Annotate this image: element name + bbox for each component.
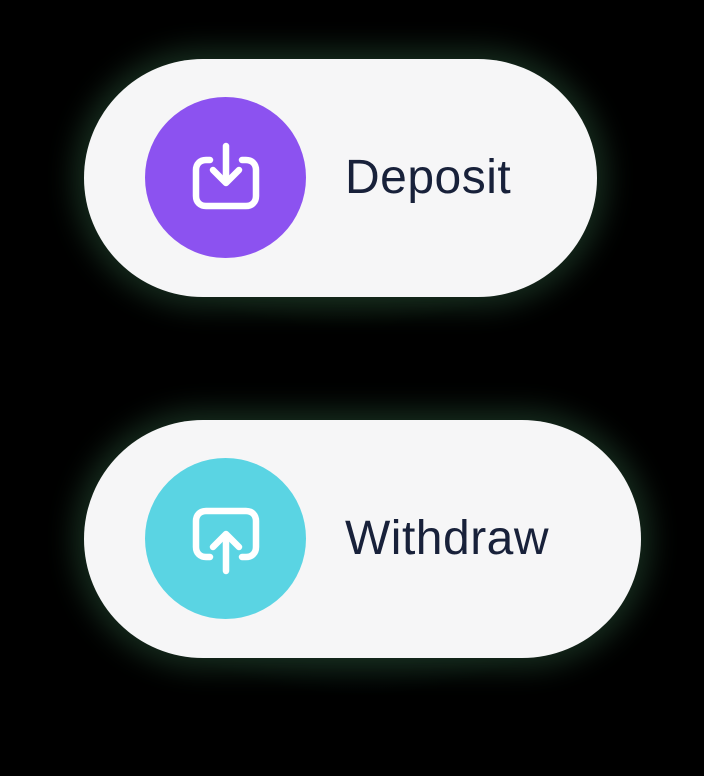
deposit-label: Deposit: [345, 151, 512, 204]
deposit-icon-circle: [145, 97, 306, 258]
deposit-button[interactable]: Deposit: [84, 59, 597, 297]
withdraw-button[interactable]: Withdraw: [84, 420, 641, 658]
withdraw-icon-circle: [145, 458, 306, 619]
action-panel: Deposit Withdraw: [0, 0, 704, 776]
deposit-icon: [192, 142, 259, 209]
withdraw-label: Withdraw: [345, 512, 550, 565]
withdraw-icon: [192, 507, 259, 574]
